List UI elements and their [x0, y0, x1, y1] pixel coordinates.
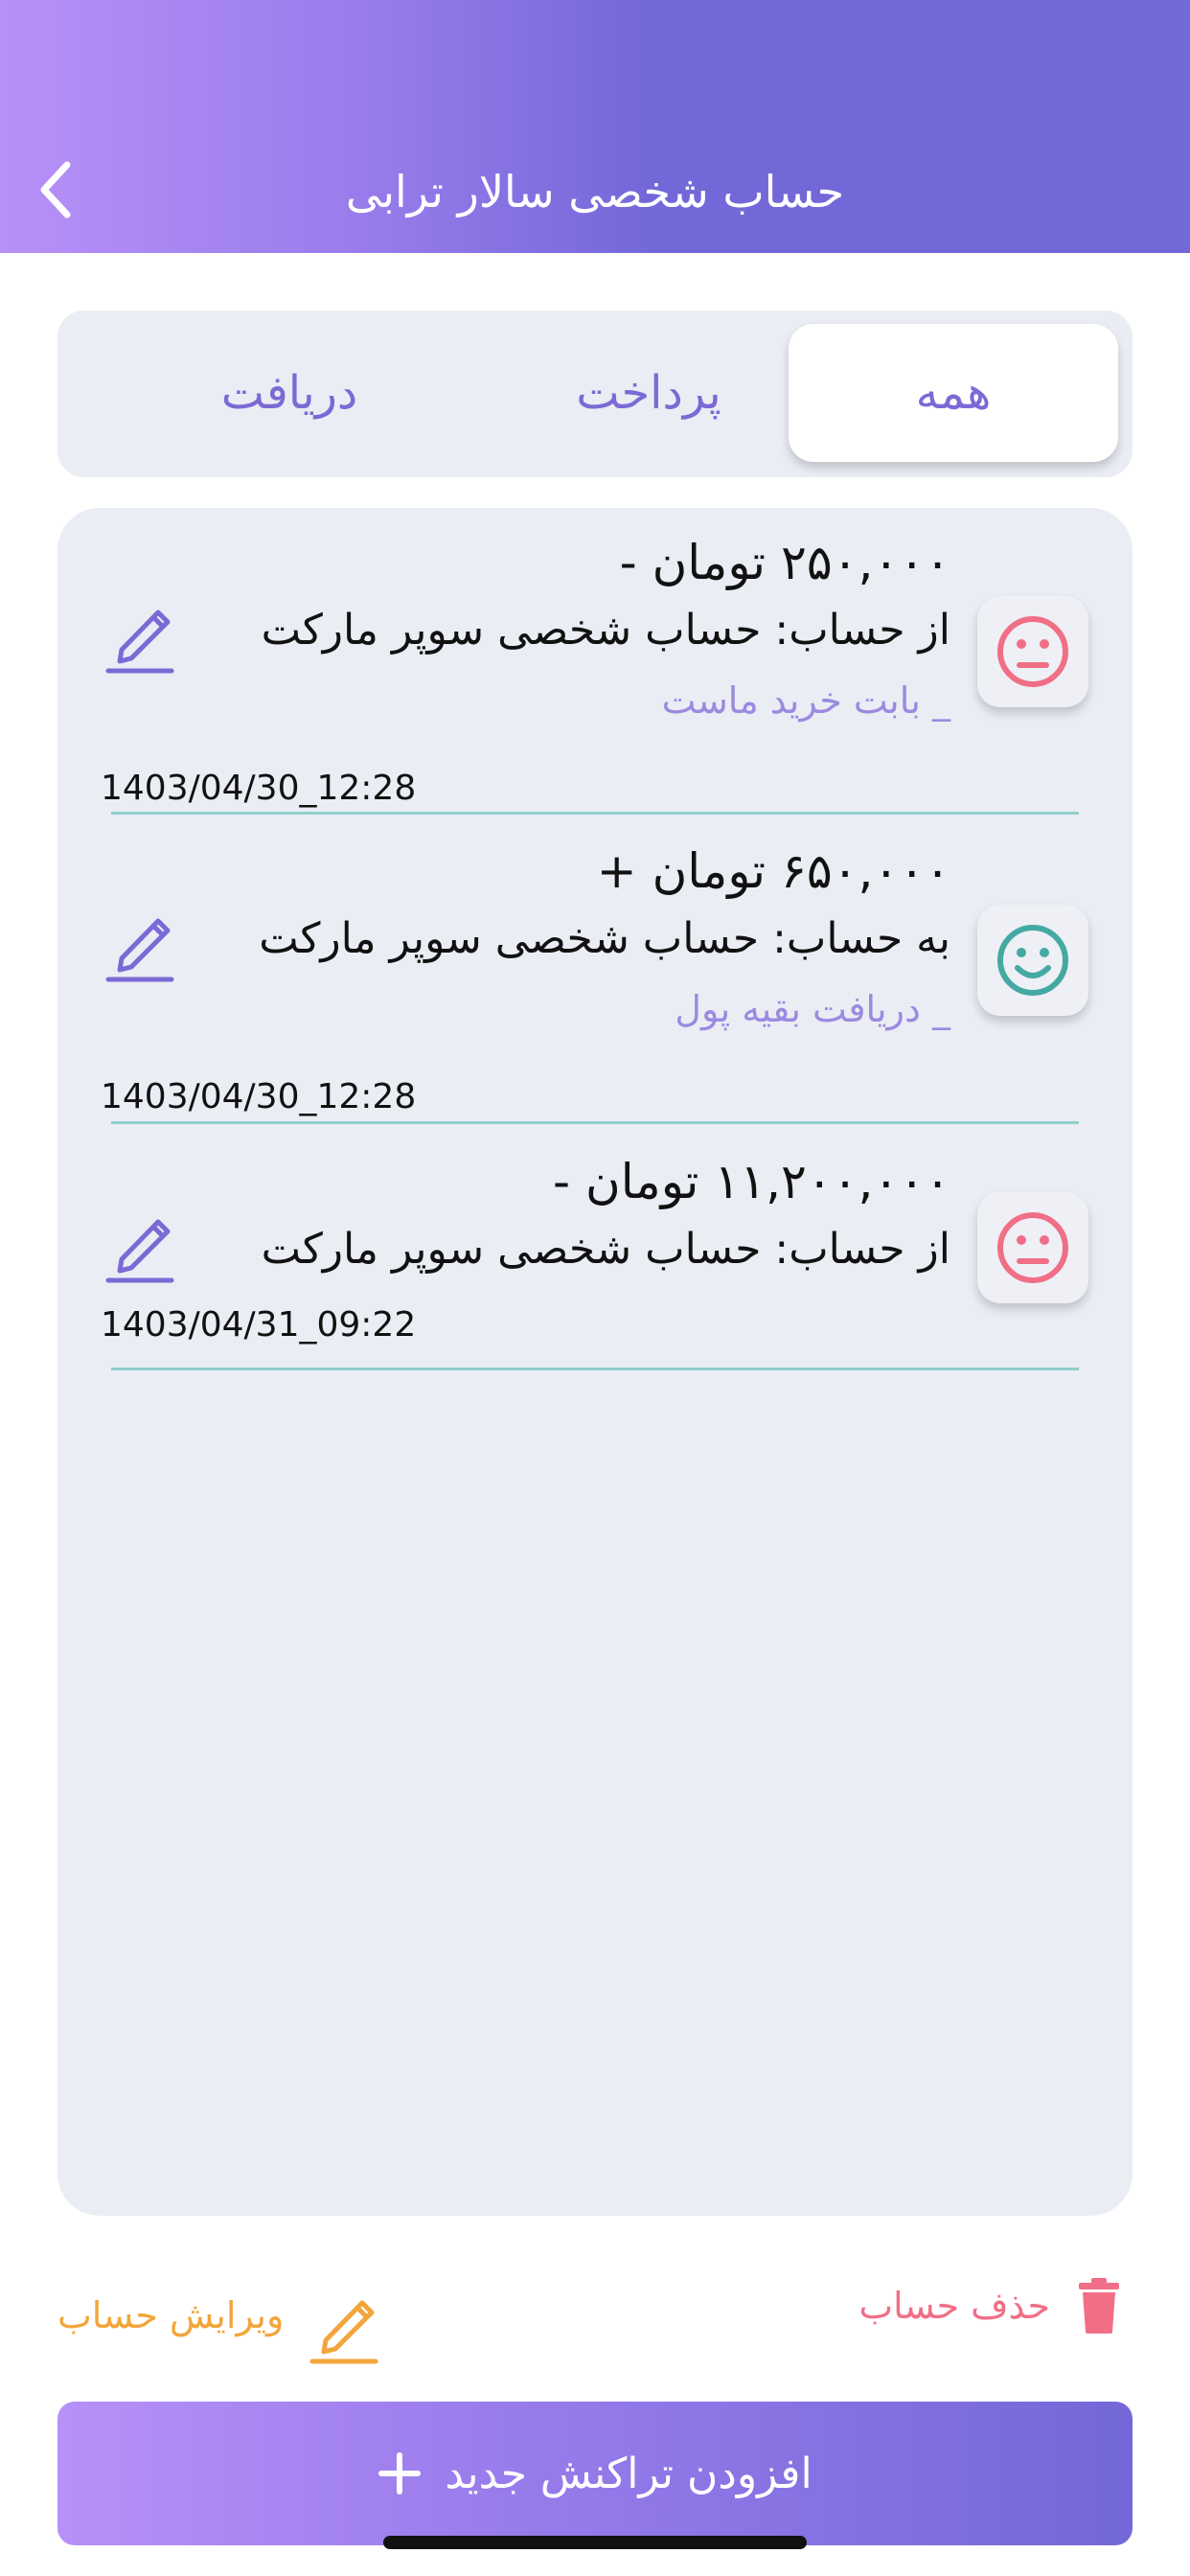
- edit-account-button[interactable]: ویرایش حساب: [57, 2281, 402, 2367]
- plus-icon: [378, 2452, 422, 2495]
- transaction-note: _ بابت خرید ماست: [661, 679, 950, 722]
- add-transaction-button[interactable]: افزودن تراکنش جدید: [57, 2402, 1133, 2545]
- transaction-amount: ۶۵۰,۰۰۰ تومان +: [596, 843, 950, 899]
- pencil-icon: [105, 918, 174, 982]
- tab-all[interactable]: همه: [789, 324, 1118, 462]
- edit-transaction-button[interactable]: [101, 1204, 181, 1284]
- edit-transaction-button[interactable]: [101, 903, 181, 983]
- home-indicator: [383, 2536, 807, 2549]
- divider: [111, 812, 1079, 815]
- app-header: حساب شخصی سالار ترابی: [0, 0, 1190, 253]
- transaction-amount: ۱۱,۲۰۰,۰۰۰ تومان -: [553, 1154, 950, 1209]
- transaction-amount: ۲۵۰,۰۰۰ تومان -: [619, 535, 950, 590]
- trash-icon: [1079, 2278, 1119, 2334]
- edit-transaction-button[interactable]: [101, 594, 181, 675]
- transaction-account: از حساب: حساب شخصی سوپر مارکت: [261, 1225, 950, 1274]
- delete-account-label: حذف حساب: [858, 2285, 1050, 2327]
- neutral-face-icon: [977, 596, 1088, 707]
- pencil-icon: [105, 610, 174, 674]
- smile-face-icon: [977, 905, 1088, 1016]
- delete-account-button[interactable]: حذف حساب: [845, 2271, 1133, 2358]
- page-title: حساب شخصی سالار ترابی: [345, 166, 845, 218]
- back-button[interactable]: [27, 155, 84, 224]
- pencil-icon: [105, 1219, 174, 1283]
- transaction-list: ۲۵۰,۰۰۰ تومان - از حساب: حساب شخصی سوپر …: [57, 508, 1133, 2216]
- transaction-date: 1403/04/30_12:28: [101, 1077, 417, 1116]
- divider: [111, 1368, 1079, 1370]
- transaction-account: از حساب: حساب شخصی سوپر مارکت: [261, 606, 950, 655]
- chevron-left-icon: [40, 161, 71, 218]
- edit-account-label: ویرایش حساب: [57, 2294, 285, 2336]
- tab-receive[interactable]: دریافت: [125, 324, 454, 462]
- tab-payment[interactable]: پرداخت: [484, 324, 813, 462]
- neutral-face-icon: [977, 1192, 1088, 1303]
- transaction-date: 1403/04/31_09:22: [101, 1305, 417, 1345]
- divider: [111, 1121, 1079, 1124]
- add-transaction-label: افزودن تراکنش جدید: [445, 2449, 812, 2498]
- pencil-icon: [309, 2300, 378, 2364]
- transaction-account: به حساب: حساب شخصی سوپر مارکت: [259, 914, 950, 963]
- transaction-note: _ دریافت بقیه پول: [675, 988, 950, 1030]
- filter-tabs: همه پرداخت دریافت: [57, 310, 1133, 477]
- transaction-date: 1403/04/30_12:28: [101, 769, 417, 808]
